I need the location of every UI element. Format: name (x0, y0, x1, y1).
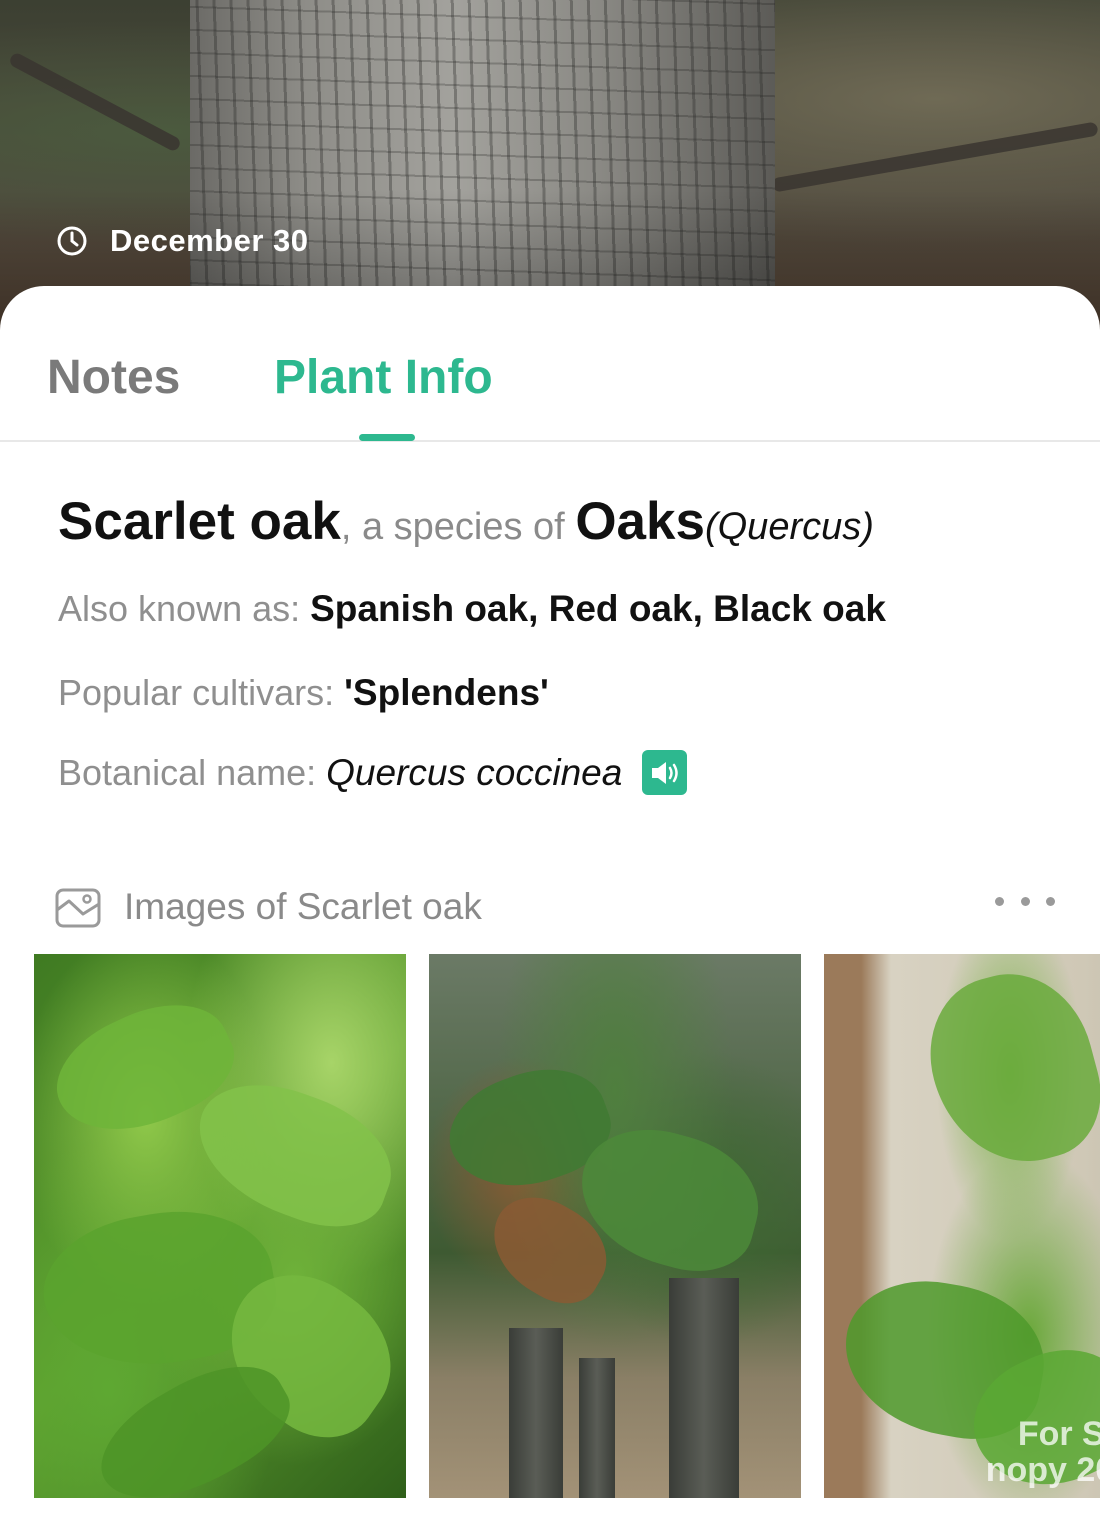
active-tab-indicator (359, 434, 415, 441)
tab-notes[interactable]: Notes (47, 350, 180, 405)
genus-common-name[interactable]: Oaks (575, 492, 705, 551)
more-dot (1046, 896, 1055, 906)
image-gallery[interactable]: For Sale nopy 2025 (34, 954, 1100, 1498)
image-gallery-icon (55, 888, 101, 933)
gallery-thumbnail[interactable] (34, 954, 406, 1498)
more-dots-icon (995, 896, 1004, 906)
cultivars-label: Popular cultivars: (58, 672, 345, 713)
tab-bar: Notes Plant Info (0, 286, 1100, 442)
tab-plant-info[interactable]: Plant Info (274, 350, 493, 405)
species-connector: , a species of (340, 506, 576, 548)
also-known-row: Also known as: Spanish oak, Red oak, Bla… (58, 588, 886, 630)
tree-trunk (579, 1358, 615, 1498)
genus-latin-name: (Quercus) (704, 506, 874, 548)
pronunciation-button[interactable] (642, 750, 688, 795)
header-photo[interactable]: December 30 (0, 0, 1100, 330)
leaf-shape (912, 956, 1100, 1182)
cultivars-value: 'Splendens' (344, 672, 549, 713)
images-section-header: Images of Scarlet oak (55, 886, 1055, 930)
cultivars-row: Popular cultivars: 'Splendens' (58, 672, 549, 714)
more-dot (1020, 896, 1030, 906)
botanical-label: Botanical name: (58, 751, 327, 793)
more-options-button[interactable] (995, 886, 1055, 916)
images-section-title: Images of Scarlet oak (124, 886, 482, 927)
speaker-icon (651, 761, 678, 784)
branch-shape (771, 121, 1099, 193)
watermark-text: For Sale nopy 2025 (985, 1415, 1100, 1489)
plant-title: Scarlet oak, a species of Oaks(Quercus) (58, 491, 874, 552)
branch-shape (7, 51, 183, 153)
also-known-label: Also known as: (58, 588, 311, 629)
date-text: December 30 (110, 223, 309, 258)
gallery-thumbnail[interactable] (429, 954, 801, 1498)
gallery-thumbnail[interactable]: For Sale nopy 2025 (824, 954, 1100, 1498)
tree-trunk (509, 1328, 563, 1498)
clock-icon (56, 225, 88, 257)
plant-common-name: Scarlet oak (58, 492, 341, 551)
also-known-value: Spanish oak, Red oak, Black oak (310, 588, 886, 629)
tree-trunk (669, 1278, 739, 1498)
plant-sheet: Notes Plant Info Scarlet oak, a species … (0, 286, 1100, 1536)
botanical-row: Botanical name: Quercus coccinea (58, 750, 688, 795)
photo-date: December 30 (56, 223, 309, 259)
botanical-value: Quercus coccinea (326, 751, 623, 793)
